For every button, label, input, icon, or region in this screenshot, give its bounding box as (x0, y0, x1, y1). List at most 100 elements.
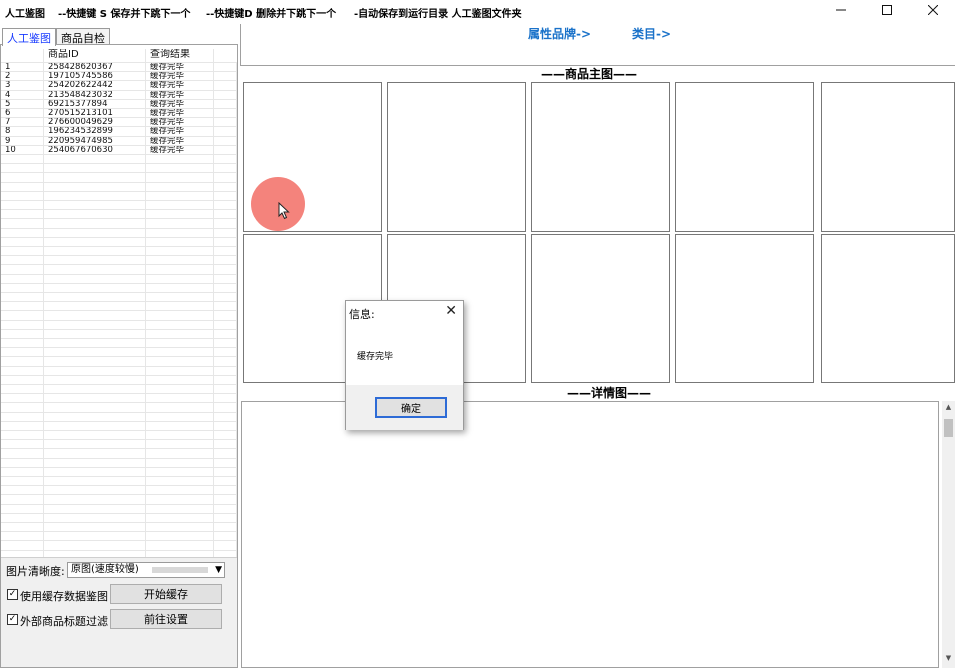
table-row[interactable] (1, 182, 237, 192)
maximize-icon[interactable] (864, 0, 910, 20)
main-image-slot[interactable] (675, 82, 814, 232)
detail-scrollbar[interactable]: ▲ ▼ (942, 401, 955, 668)
title-filter-checkbox[interactable]: ✓ (7, 614, 18, 625)
scroll-up-icon[interactable]: ▲ (942, 403, 955, 415)
row-query-result: 缓存完毕 (146, 99, 214, 108)
table-row[interactable] (1, 256, 237, 266)
table-row[interactable] (1, 366, 237, 376)
table-row[interactable] (1, 311, 237, 321)
row-extra-cell (214, 265, 237, 274)
table-row[interactable] (1, 237, 237, 247)
main-image-slot[interactable] (531, 234, 670, 383)
table-row[interactable] (1, 532, 237, 542)
table-row[interactable] (1, 201, 237, 211)
start-cache-button[interactable]: 开始缓存 (110, 584, 222, 604)
table-row[interactable] (1, 513, 237, 523)
table-row[interactable]: 3 254202622442 缓存完毕 (1, 81, 237, 91)
close-icon[interactable] (910, 0, 955, 20)
row-extra-cell (214, 440, 237, 449)
dialog-close-icon[interactable]: ✕ (445, 303, 457, 319)
detail-image-area[interactable] (241, 401, 939, 668)
table-row[interactable] (1, 421, 237, 431)
row-query-result: 缓存完毕 (146, 118, 214, 127)
table-row[interactable] (1, 155, 237, 165)
table-row[interactable] (1, 523, 237, 533)
table-row[interactable] (1, 247, 237, 257)
table-row[interactable] (1, 375, 237, 385)
row-query-result (146, 201, 214, 210)
ok-button[interactable]: 确定 (375, 397, 447, 418)
row-query-result (146, 191, 214, 200)
table-row[interactable] (1, 504, 237, 514)
tab-manual-inspection[interactable]: 人工鉴图 (2, 28, 56, 46)
scroll-thumb[interactable] (944, 419, 953, 437)
table-row[interactable] (1, 541, 237, 551)
table-row[interactable] (1, 210, 237, 220)
row-query-result (146, 412, 214, 421)
row-product-id (44, 329, 146, 338)
table-row[interactable] (1, 219, 237, 229)
table-row[interactable] (1, 495, 237, 505)
scroll-down-icon[interactable]: ▼ (942, 654, 955, 666)
main-image-slot[interactable] (821, 82, 955, 232)
row-index (1, 228, 44, 237)
category-link[interactable]: 类目-> (632, 25, 671, 42)
table-row[interactable]: 10 254067670630 缓存完毕 (1, 145, 237, 155)
main-image-slot[interactable] (387, 82, 526, 232)
table-row[interactable] (1, 191, 237, 201)
row-extra-cell (214, 458, 237, 467)
row-extra-cell (214, 210, 237, 219)
tab-product-selfcheck[interactable]: 商品自检 (56, 28, 110, 45)
row-index (1, 274, 44, 283)
table-row[interactable] (1, 394, 237, 404)
row-product-id (44, 477, 146, 486)
table-row[interactable] (1, 293, 237, 303)
main-image-slot[interactable] (821, 234, 955, 383)
table-row[interactable]: 9 220959474985 缓存完毕 (1, 136, 237, 146)
table-row[interactable]: 8 196234532899 缓存完毕 (1, 127, 237, 137)
table-row[interactable]: 6 270515213101 缓存完毕 (1, 109, 237, 119)
table-row[interactable] (1, 228, 237, 238)
table-row[interactable] (1, 274, 237, 284)
table-row[interactable] (1, 477, 237, 487)
table-row[interactable]: 2 197105745586 缓存完毕 (1, 72, 237, 82)
table-row[interactable] (1, 302, 237, 312)
table-row[interactable] (1, 385, 237, 395)
table-row[interactable] (1, 164, 237, 174)
table-row[interactable] (1, 320, 237, 330)
main-image-slot[interactable] (531, 82, 670, 232)
table-row[interactable] (1, 348, 237, 358)
row-query-result (146, 421, 214, 430)
table-row[interactable] (1, 440, 237, 450)
table-row[interactable]: 1 258428620367 缓存完毕 (1, 63, 237, 73)
table-row[interactable]: 4 213548423032 缓存完毕 (1, 90, 237, 100)
table-row[interactable] (1, 412, 237, 422)
minimize-icon[interactable] (818, 0, 864, 20)
table-row[interactable] (1, 486, 237, 496)
tab-strip: 人工鉴图 商品自检 (0, 28, 238, 46)
attr-brand-link[interactable]: 属性品牌-> (528, 25, 591, 42)
table-row[interactable] (1, 403, 237, 413)
table-row[interactable] (1, 458, 237, 468)
main-image-slot[interactable] (675, 234, 814, 383)
table-row[interactable] (1, 173, 237, 183)
row-index (1, 348, 44, 357)
use-cache-checkbox[interactable]: ✓ (7, 589, 18, 600)
row-product-id (44, 228, 146, 237)
table-row[interactable] (1, 329, 237, 339)
table-row[interactable]: 7 276600049629 缓存完毕 (1, 118, 237, 128)
row-extra-cell (214, 201, 237, 210)
table-row[interactable] (1, 449, 237, 459)
row-product-id (44, 210, 146, 219)
settings-button[interactable]: 前往设置 (110, 609, 222, 629)
table-row[interactable] (1, 339, 237, 349)
row-product-id (44, 504, 146, 513)
table-row[interactable] (1, 431, 237, 441)
clarity-select[interactable]: 原图(速度较慢) ▼ (67, 562, 225, 578)
table-row[interactable] (1, 265, 237, 275)
product-grid[interactable]: 商品ID 查询结果 1 258428620367 缓存完毕 2 197105745586… (1, 49, 237, 557)
table-row[interactable] (1, 467, 237, 477)
table-row[interactable]: 5 69215377894 缓存完毕 (1, 99, 237, 109)
table-row[interactable] (1, 357, 237, 367)
table-row[interactable] (1, 283, 237, 293)
